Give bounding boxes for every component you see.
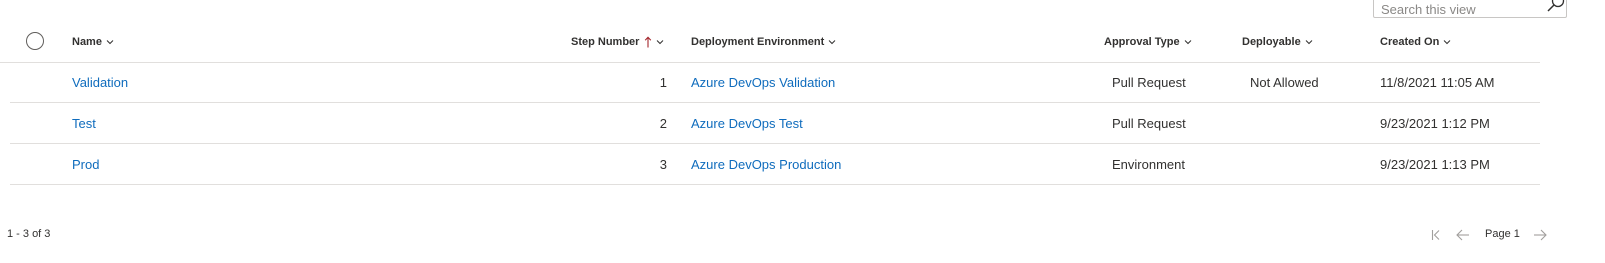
approval-type-cell: Pull Request: [1112, 74, 1186, 90]
deployment-environment-link[interactable]: Azure DevOps Test: [691, 103, 803, 143]
created-on-cell: 11/8/2021 11:05 AM: [1380, 74, 1495, 90]
created-on-cell: 9/23/2021 1:13 PM: [1380, 156, 1490, 172]
created-on-cell: 9/23/2021 1:12 PM: [1380, 115, 1490, 131]
deployment-environment-link[interactable]: Azure DevOps Production: [691, 144, 841, 184]
approval-type-cell: Environment: [1112, 156, 1185, 172]
table-row[interactable]: Prod 3 Azure DevOps Production Environme…: [10, 144, 1540, 185]
column-header-label: Created On: [1380, 36, 1440, 48]
chevron-down-icon: [106, 40, 114, 45]
step-number-cell: 2: [659, 115, 667, 131]
column-header-label: Step Number: [571, 36, 640, 48]
previous-page-icon[interactable]: [1455, 226, 1471, 244]
name-link[interactable]: Validation: [72, 62, 128, 102]
chevron-down-icon: [1184, 40, 1191, 45]
column-header-label: Deployable: [1242, 36, 1301, 48]
deployable-cell: Not Allowed: [1250, 74, 1319, 90]
column-header-label: Deployment Environment: [691, 36, 825, 48]
step-number-cell: 3: [659, 156, 667, 172]
record-count: 1 - 3 of 3: [7, 228, 51, 240]
column-header-label: Approval Type: [1104, 36, 1180, 48]
column-header-deployable[interactable]: Deployable: [1242, 24, 1314, 60]
table-row[interactable]: Test 2 Azure DevOps Test Pull Request 9/…: [10, 103, 1540, 144]
chevron-down-icon: [1305, 40, 1313, 45]
column-header-approval-type[interactable]: Approval Type: [1104, 24, 1193, 60]
approval-type-cell: Pull Request: [1112, 115, 1186, 131]
chevron-down-icon: [1443, 40, 1451, 45]
search-icon[interactable]: [1546, 0, 1568, 16]
column-header-created-on[interactable]: Created On: [1380, 24, 1452, 60]
column-header-name[interactable]: Name: [72, 24, 115, 60]
search-input[interactable]: [1381, 0, 1531, 18]
column-header-label: Name: [72, 36, 102, 48]
column-header-deployment-environment[interactable]: Deployment Environment: [691, 24, 837, 60]
deployment-environment-link[interactable]: Azure DevOps Validation: [691, 62, 835, 102]
name-link[interactable]: Prod: [72, 144, 99, 184]
chevron-down-icon: [657, 40, 664, 45]
select-all-checkbox[interactable]: [26, 32, 44, 50]
table-row[interactable]: Validation 1 Azure DevOps Validation Pul…: [10, 62, 1540, 103]
column-header-step-number[interactable]: Step Number: [571, 24, 665, 60]
search-box[interactable]: [1373, 0, 1567, 18]
chevron-down-icon: [828, 40, 836, 45]
next-page-icon[interactable]: [1532, 226, 1548, 244]
first-page-icon[interactable]: [1430, 226, 1442, 244]
step-number-cell: 1: [659, 74, 667, 90]
sort-ascending-icon: [645, 36, 652, 48]
name-link[interactable]: Test: [72, 103, 96, 143]
page-number: Page 1: [1485, 228, 1520, 240]
